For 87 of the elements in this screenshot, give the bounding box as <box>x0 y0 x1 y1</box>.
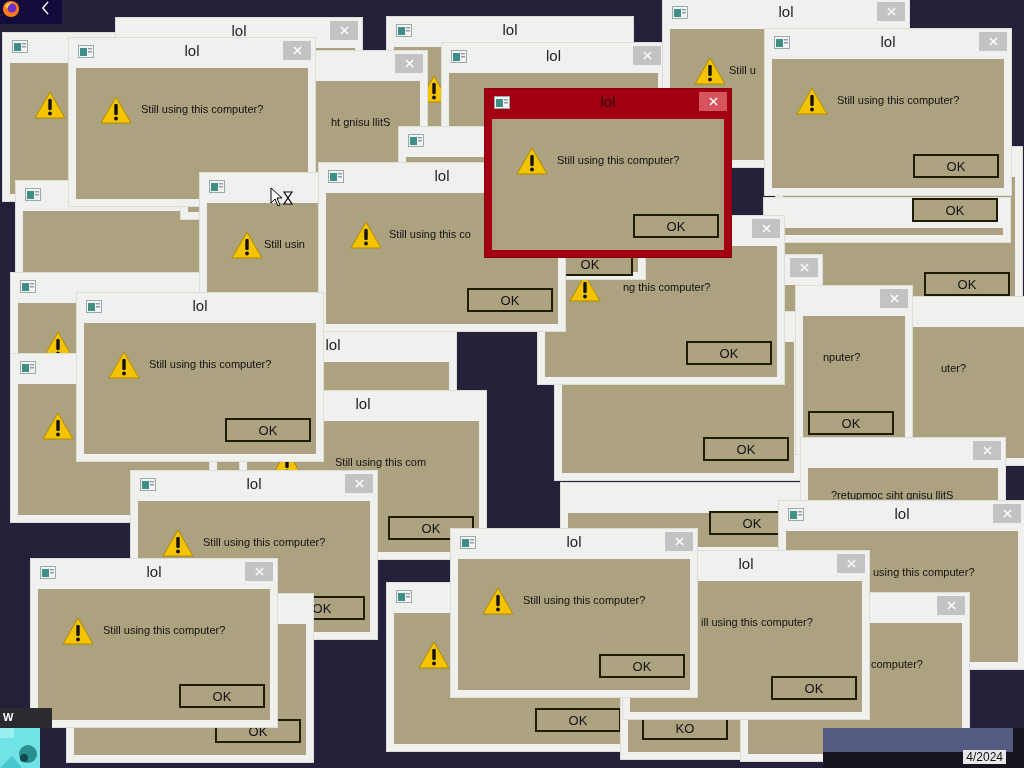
dialog-message: using this computer? <box>873 565 975 580</box>
close-icon <box>339 26 349 35</box>
window-title: lol <box>246 475 262 493</box>
close-button[interactable] <box>979 32 1007 51</box>
ok-button[interactable]: OK <box>771 676 857 700</box>
close-button[interactable] <box>993 504 1021 523</box>
close-icon <box>642 51 652 60</box>
dialog-message: ng this computer? <box>623 280 711 295</box>
dialog-message: Still using this computer? <box>203 535 326 550</box>
dialog-message: ?retupmoc siht gnisu llitS <box>831 488 954 503</box>
dialog-message: computer? <box>871 657 923 672</box>
dialog-message: uter? <box>941 361 967 376</box>
window-title: lol <box>231 22 247 40</box>
close-button[interactable] <box>973 441 1001 460</box>
close-icon <box>988 37 998 46</box>
ok-button[interactable]: OK <box>633 214 719 238</box>
close-button[interactable] <box>345 474 373 493</box>
close-button[interactable] <box>699 92 727 111</box>
ok-button[interactable]: OK <box>924 272 1010 296</box>
close-button[interactable] <box>395 54 423 73</box>
close-button[interactable] <box>937 596 965 615</box>
close-icon <box>254 567 264 576</box>
dialog-message: Still using this computer? <box>837 93 960 108</box>
close-icon <box>946 601 956 610</box>
dialog-message: ill using this computer? <box>701 615 813 630</box>
ok-button[interactable]: OK <box>225 418 311 442</box>
ok-button[interactable]: OK <box>913 154 999 178</box>
close-button[interactable] <box>880 289 908 308</box>
ok-button[interactable]: OK <box>535 708 621 732</box>
dialog-message: ht gnisu llitS <box>331 115 391 130</box>
close-icon <box>761 224 771 233</box>
window-title: lol <box>600 93 616 111</box>
dialog-message: Still using this com <box>335 455 427 470</box>
close-icon <box>354 479 364 488</box>
dialog-message: nputer? <box>823 350 861 365</box>
dialog-message: Still u <box>729 63 756 78</box>
close-icon <box>886 7 896 16</box>
close-icon <box>292 46 302 55</box>
close-button[interactable] <box>245 562 273 581</box>
dialog-message: Still using this computer? <box>523 593 646 608</box>
close-icon <box>846 559 856 568</box>
window-title: lol <box>192 297 208 315</box>
taskbar-date: 4/2024 <box>963 750 1006 764</box>
window-title: lol <box>502 21 518 39</box>
dialog-message: Still using this computer? <box>557 153 680 168</box>
dialog-message: Still using this co <box>389 227 471 242</box>
close-icon <box>889 294 899 303</box>
dialog-message: Still using this computer? <box>149 357 272 372</box>
back-icon[interactable] <box>41 1 50 15</box>
window-title: lol <box>434 167 450 185</box>
close-icon <box>404 59 414 68</box>
close-button[interactable] <box>837 554 865 573</box>
ok-button[interactable]: OK <box>467 288 553 312</box>
window-title: lol <box>894 505 910 523</box>
close-icon <box>799 263 809 272</box>
window-title: lol <box>880 33 896 51</box>
window-title: lol <box>355 395 371 413</box>
close-button[interactable] <box>665 532 693 551</box>
close-button[interactable] <box>790 258 818 277</box>
busy-cursor-icon <box>270 187 294 209</box>
close-button[interactable] <box>752 219 780 238</box>
dialog-message: Still using this computer? <box>141 102 264 117</box>
ok-button[interactable]: OK <box>703 437 789 461</box>
window-title: lol <box>778 3 794 21</box>
ok-button[interactable]: OK <box>912 198 998 222</box>
taskbar-label: W <box>3 711 14 723</box>
window-title: lol <box>546 47 561 65</box>
close-button[interactable] <box>877 2 905 21</box>
window-title: lol <box>325 336 341 354</box>
close-icon <box>982 446 992 455</box>
dialog-message: Still usin <box>264 237 305 252</box>
close-icon <box>708 97 718 106</box>
ok-button[interactable]: OK <box>808 411 894 435</box>
ok-button[interactable]: OK <box>686 341 772 365</box>
close-icon <box>1002 509 1012 518</box>
window-title: lol <box>184 42 200 60</box>
window-title: lol <box>146 563 162 581</box>
close-button[interactable] <box>283 41 311 60</box>
ok-button[interactable]: OK <box>599 654 685 678</box>
close-button[interactable] <box>330 21 358 40</box>
app-logo-icon[interactable] <box>2 0 20 18</box>
ok-button[interactable]: OK <box>179 684 265 708</box>
close-button[interactable] <box>633 46 661 65</box>
close-icon <box>674 537 684 546</box>
dialog-message: Still using this computer? <box>103 623 226 638</box>
window-title: lol <box>738 555 754 573</box>
window-title: lol <box>566 533 582 551</box>
